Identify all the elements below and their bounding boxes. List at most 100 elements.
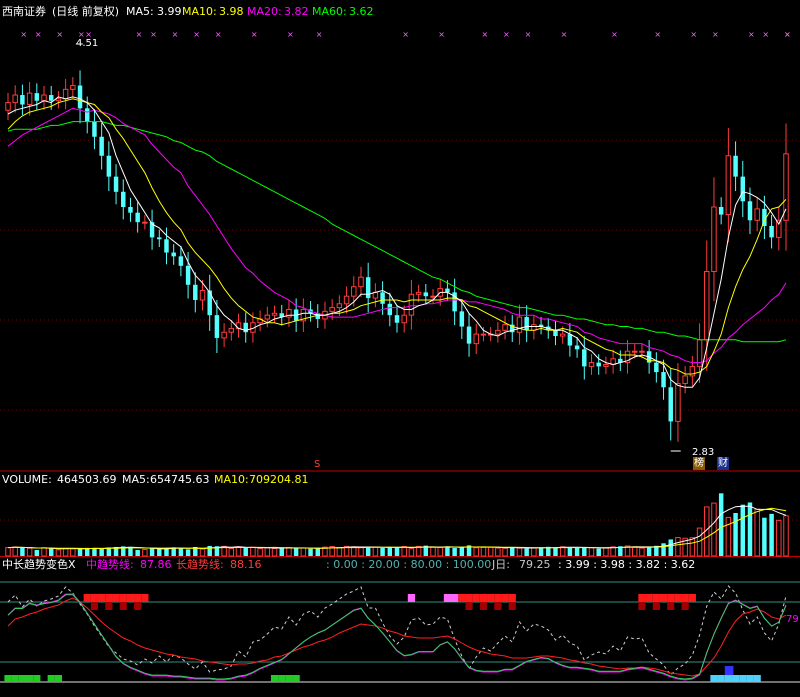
volume-bar-down	[510, 547, 515, 556]
stock-name: 西南证券	[2, 5, 46, 18]
trend-block-red	[98, 594, 106, 602]
volume-legend-label: VOLUME:	[2, 473, 52, 486]
volume-bar-up	[401, 546, 407, 557]
volume-bar-up	[502, 547, 508, 557]
sell-marker: S	[314, 459, 321, 470]
trend-block-red	[134, 594, 142, 602]
candle-body-up	[5, 102, 11, 111]
volume-bar-down	[733, 512, 738, 556]
trend-block-red	[83, 594, 91, 602]
signal-marker: ×	[20, 30, 27, 39]
volume-bar-up	[487, 546, 494, 557]
candle-body-down	[121, 191, 126, 207]
trend-block-red	[126, 594, 135, 602]
candle-body-up	[704, 271, 710, 341]
trend-block-darkred	[90, 602, 99, 610]
trend-block-darkred	[479, 602, 488, 610]
candle-body-down	[769, 225, 774, 238]
candle-body-down	[164, 239, 169, 253]
ma20-legend-value: 3.82	[284, 5, 309, 18]
badge-cai[interactable]: 财	[717, 457, 729, 470]
volume-bar-down	[92, 548, 97, 556]
signal-marker: ×	[402, 30, 409, 39]
trend-block-red	[472, 594, 480, 602]
candle-body-down	[740, 176, 746, 202]
candle-body-down	[178, 256, 184, 266]
volume-ma5-value: 654745.63	[150, 473, 210, 486]
trend-block-red	[645, 594, 653, 602]
candle-body-up	[588, 362, 595, 367]
candle-body-down	[171, 252, 176, 257]
volume-bar-down	[308, 548, 313, 556]
candle-body-up	[783, 153, 789, 221]
volume-bar-down	[718, 493, 724, 556]
trend-block-darkred	[508, 602, 516, 610]
trend-block-red	[112, 594, 120, 602]
candle-body-up	[55, 98, 62, 102]
volume-bar-up	[70, 548, 76, 557]
volume-bar-down	[596, 548, 601, 556]
volume-bar-down	[452, 548, 457, 556]
signal-marker: ×	[438, 30, 445, 39]
volume-bar-up	[264, 547, 271, 557]
candle-body-down	[654, 362, 659, 373]
trend-block-darkred	[638, 602, 646, 610]
candle-body-down	[20, 95, 25, 105]
candle-body-up	[12, 94, 18, 104]
signal-marker: ×	[136, 30, 143, 39]
volume-bar-down	[243, 547, 248, 556]
chart-period: (日线 前复权)	[52, 5, 120, 18]
candle-body-up	[221, 331, 227, 339]
candle-body-down	[365, 277, 371, 299]
volume-bar-down	[459, 547, 465, 556]
candle-body-down	[135, 212, 140, 223]
volume-bar-up	[41, 547, 47, 557]
candle-body-up	[675, 382, 681, 422]
candle-body-up	[351, 286, 357, 297]
trend-block-bottom	[739, 675, 747, 682]
candle-body-up	[711, 206, 717, 273]
candle-body-down	[380, 292, 385, 304]
volume-bar-down	[185, 549, 191, 556]
long-trend-value: 88.16	[230, 558, 262, 571]
trend-block-red	[688, 594, 696, 602]
candle-body-up	[682, 375, 688, 384]
trend-block-bottom	[753, 675, 761, 682]
volume-bar-up	[711, 502, 717, 557]
trend-block-red	[458, 594, 466, 602]
volume-bar-down	[574, 547, 580, 556]
volume-bar-up	[250, 546, 256, 557]
volume-bar-down	[178, 548, 184, 556]
candle-body-up	[26, 92, 33, 106]
candle-body-up	[639, 350, 645, 353]
trend-block-blue	[724, 666, 734, 675]
trend-block-red	[105, 594, 113, 602]
volume-bar-down	[747, 502, 753, 556]
candle-body-down	[747, 201, 753, 221]
volume-bar-up	[372, 546, 379, 557]
volume-bar-down	[157, 548, 162, 556]
candle-body-up	[430, 295, 436, 298]
volume-bar-up	[531, 547, 537, 557]
trend-block-bottom	[18, 675, 27, 682]
candle-body-up	[142, 221, 148, 224]
candle-body-down	[387, 303, 393, 316]
j-line-value: 79.25	[519, 558, 551, 571]
badge-bang[interactable]: 榜	[693, 457, 705, 470]
candle-body-down	[596, 362, 601, 367]
trend-block-pink	[443, 594, 452, 602]
volume-bar-up	[300, 547, 307, 557]
candle-body-up	[235, 322, 242, 329]
candle-body-down	[207, 290, 212, 316]
trend-block-pink	[451, 594, 459, 602]
candle-body-down	[553, 330, 558, 337]
candle-body-down	[661, 372, 666, 388]
volume-legend-value: 464503.69	[57, 473, 117, 486]
stock-chart-canvas[interactable]: × × × × × × × × × × × × × × × × × × × × × × × × × ××	[0, 0, 800, 697]
volume-bar-up	[639, 547, 645, 557]
candle-body-up	[336, 303, 343, 309]
candle-body-down	[214, 315, 220, 338]
trend-block-bottom	[270, 675, 279, 682]
candle-body-down	[34, 93, 40, 101]
mid-trend-label: 中趋势线:	[86, 558, 134, 571]
